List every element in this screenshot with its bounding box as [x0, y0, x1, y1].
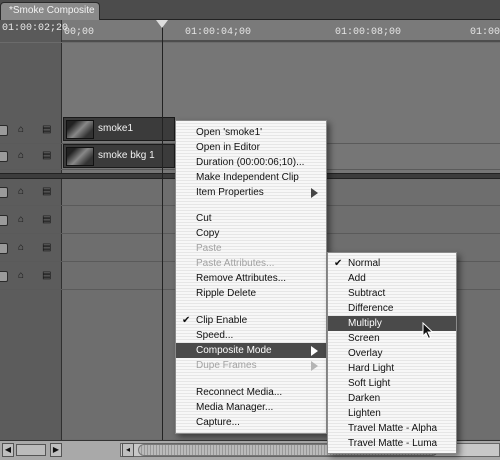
menu-item-make-independent-clip[interactable]: Make Independent Clip	[176, 170, 326, 185]
scroll-left-icon[interactable]: ◂	[122, 443, 134, 457]
ruler-tick-label: 01:00	[470, 27, 500, 38]
clip-label: smoke1	[98, 123, 134, 134]
track-target-button[interactable]	[0, 215, 8, 226]
checkmark-icon: ✔	[182, 315, 191, 326]
submenu-item-overlay[interactable]: Overlay	[328, 346, 456, 361]
arrow-cursor-icon	[422, 322, 434, 340]
menu-item-duration[interactable]: Duration (00:00:06;10)...	[176, 155, 326, 170]
menu-item-ripple-delete[interactable]: Ripple Delete	[176, 286, 326, 301]
playhead-handle-icon[interactable]	[156, 20, 168, 28]
auto-select-icon[interactable]: ▤	[42, 214, 51, 225]
submenu-item-multiply[interactable]: Multiply	[328, 316, 456, 331]
clip-context-menu: Open 'smoke1' Open in Editor Duration (0…	[175, 120, 327, 434]
submenu-arrow-icon	[311, 346, 318, 356]
clip-label: smoke bkg 1	[98, 150, 155, 161]
playhead-line[interactable]	[162, 22, 163, 440]
scroll-left-icon[interactable]: ◀	[2, 443, 14, 457]
menu-item-reconnect-media[interactable]: Reconnect Media...	[176, 385, 326, 400]
tab-smoke-composite[interactable]: *Smoke Composite	[0, 2, 100, 20]
ruler-tick-label: 00;00	[64, 27, 95, 38]
submenu-item-darken[interactable]: Darken	[328, 391, 456, 406]
submenu-item-normal[interactable]: ✔ Normal	[328, 256, 456, 271]
menu-item-capture[interactable]: Capture...	[176, 415, 326, 430]
submenu-item-difference[interactable]: Difference	[328, 301, 456, 316]
auto-select-icon[interactable]: ▤	[42, 186, 51, 197]
lock-icon[interactable]: ⌂	[18, 150, 24, 161]
submenu-item-travel-matte-alpha[interactable]: Travel Matte - Alpha	[328, 421, 456, 436]
lock-icon[interactable]: ⌂	[18, 270, 24, 281]
zoom-slider[interactable]	[16, 444, 46, 456]
submenu-item-screen[interactable]: Screen	[328, 331, 456, 346]
submenu-item-subtract[interactable]: Subtract	[328, 286, 456, 301]
auto-select-icon[interactable]: ▤	[42, 270, 51, 281]
submenu-item-soft-light[interactable]: Soft Light	[328, 376, 456, 391]
lock-icon[interactable]: ⌂	[18, 186, 24, 197]
menu-item-open-clip[interactable]: Open 'smoke1'	[176, 125, 326, 140]
submenu-item-lighten[interactable]: Lighten	[328, 406, 456, 421]
composite-mode-submenu: ✔ Normal Add Subtract Difference Multiply…	[327, 252, 457, 454]
submenu-item-hard-light[interactable]: Hard Light	[328, 361, 456, 376]
menu-item-open-in-editor[interactable]: Open in Editor	[176, 140, 326, 155]
track-target-button[interactable]	[0, 125, 8, 136]
menu-item-composite-mode[interactable]: Composite Mode	[176, 343, 326, 358]
track-target-button[interactable]	[0, 243, 8, 254]
menu-item-remove-attributes[interactable]: Remove Attributes...	[176, 271, 326, 286]
track-target-button[interactable]	[0, 271, 8, 282]
clip-thumbnail	[66, 147, 94, 166]
lock-icon[interactable]: ⌂	[18, 242, 24, 253]
auto-select-icon[interactable]: ▤	[42, 124, 51, 135]
ruler-tick-label: 01:00:08;00	[335, 27, 402, 38]
clip-thumbnail	[66, 120, 94, 139]
auto-select-icon[interactable]: ▤	[42, 242, 51, 253]
ruler-baseline	[62, 40, 500, 42]
lock-icon[interactable]: ⌂	[18, 214, 24, 225]
submenu-item-travel-matte-luma[interactable]: Travel Matte - Luma	[328, 436, 456, 451]
menu-item-paste-attributes[interactable]: Paste Attributes...	[176, 256, 326, 271]
menu-item-cut[interactable]: Cut	[176, 211, 326, 226]
clip-smoke1[interactable]: smoke1	[63, 117, 175, 141]
clip-smoke-bkg-1[interactable]: smoke bkg 1	[63, 144, 175, 168]
ruler-tick-label: 01:00:04;00	[185, 27, 252, 38]
timecode-display[interactable]: 01:00:02;20	[0, 20, 68, 42]
track-target-button[interactable]	[0, 187, 8, 198]
menu-item-speed[interactable]: Speed...	[176, 328, 326, 343]
menu-item-copy[interactable]: Copy	[176, 226, 326, 241]
checkmark-icon: ✔	[334, 258, 343, 269]
menu-item-dupe-frames[interactable]: Dupe Frames	[176, 358, 326, 373]
lock-icon[interactable]: ⌂	[18, 124, 24, 135]
submenu-item-add[interactable]: Add	[328, 271, 456, 286]
track-target-button[interactable]	[0, 151, 8, 162]
submenu-arrow-icon	[311, 188, 318, 198]
menu-item-clip-enable[interactable]: ✔ Clip Enable	[176, 313, 326, 328]
menu-item-media-manager[interactable]: Media Manager...	[176, 400, 326, 415]
submenu-arrow-icon	[311, 361, 318, 371]
menu-item-paste[interactable]: Paste	[176, 241, 326, 256]
menu-item-item-properties[interactable]: Item Properties	[176, 185, 326, 200]
zoom-arrow-icon[interactable]: ▶	[50, 443, 62, 457]
auto-select-icon[interactable]: ▤	[42, 150, 51, 161]
